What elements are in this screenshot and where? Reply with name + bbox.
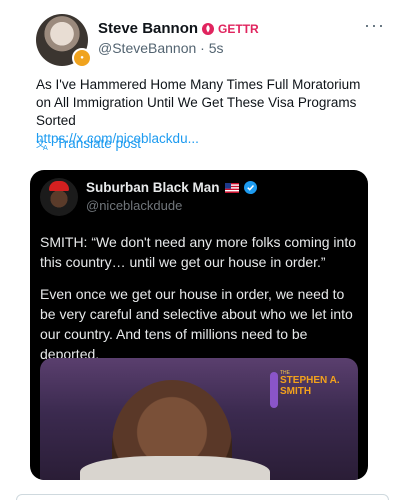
video-shirt-shape	[80, 456, 270, 480]
show-logo: THE STEPHEN A. SMITH	[270, 370, 350, 412]
author-handle-row: @SteveBannon · 5s	[98, 40, 224, 56]
quoted-paragraph-2: Even once we get our house in order, we …	[40, 286, 353, 362]
quoted-author-handle[interactable]: @niceblackdude	[86, 198, 182, 213]
red-cap-shape	[49, 181, 69, 191]
gettr-label: GETTR	[218, 21, 259, 36]
video-thumbnail[interactable]: THE STEPHEN A. SMITH	[40, 358, 358, 480]
logo-title-text: STEPHEN A. SMITH	[280, 375, 340, 397]
post-time[interactable]: 5s	[209, 40, 224, 56]
translate-post-button[interactable]: 文 A Translate post	[36, 136, 141, 151]
avatar-badge-icon: ●	[72, 48, 92, 68]
quoted-post-header: Suburban Black Man @niceblackdude	[40, 178, 360, 218]
author-avatar[interactable]: ●	[36, 14, 92, 68]
logo-title-line-2: SMITH	[280, 386, 312, 397]
more-options-icon[interactable]: ···	[364, 16, 385, 34]
author-handle[interactable]: @SteveBannon	[98, 40, 196, 56]
meta-separator: ·	[200, 40, 205, 56]
quoted-author-avatar[interactable]	[40, 178, 78, 216]
post-text: As I've Hammered Home Many Times Full Mo…	[36, 77, 361, 128]
logo-title-line-1: STEPHEN A.	[280, 375, 340, 386]
svg-text:A: A	[43, 144, 48, 151]
us-flag-icon	[224, 182, 239, 193]
quoted-author-name-row: Suburban Black Man	[86, 180, 257, 195]
quoted-post-card[interactable]: Suburban Black Man @niceblackdude SMITH:…	[30, 170, 368, 480]
quoted-paragraph-1: SMITH: “We don't need any more folks com…	[40, 234, 356, 270]
post-page: ● Steve Bannon GETTR @SteveBannon · 5s ·…	[0, 0, 405, 500]
reply-bar[interactable]	[16, 494, 389, 500]
verified-badge-icon	[243, 181, 257, 194]
quoted-author-name[interactable]: Suburban Black Man	[86, 180, 220, 195]
logo-figure-icon	[270, 372, 278, 408]
gettr-flame-icon	[202, 22, 215, 35]
author-name-row: Steve Bannon GETTR	[98, 20, 259, 37]
quoted-post-text: SMITH: “We don't need any more folks com…	[40, 232, 358, 376]
translate-label: Translate post	[56, 136, 142, 151]
translate-icon: 文 A	[36, 138, 48, 151]
author-name[interactable]: Steve Bannon	[98, 20, 198, 37]
post-header: ● Steve Bannon GETTR @SteveBannon · 5s ·…	[36, 14, 385, 68]
